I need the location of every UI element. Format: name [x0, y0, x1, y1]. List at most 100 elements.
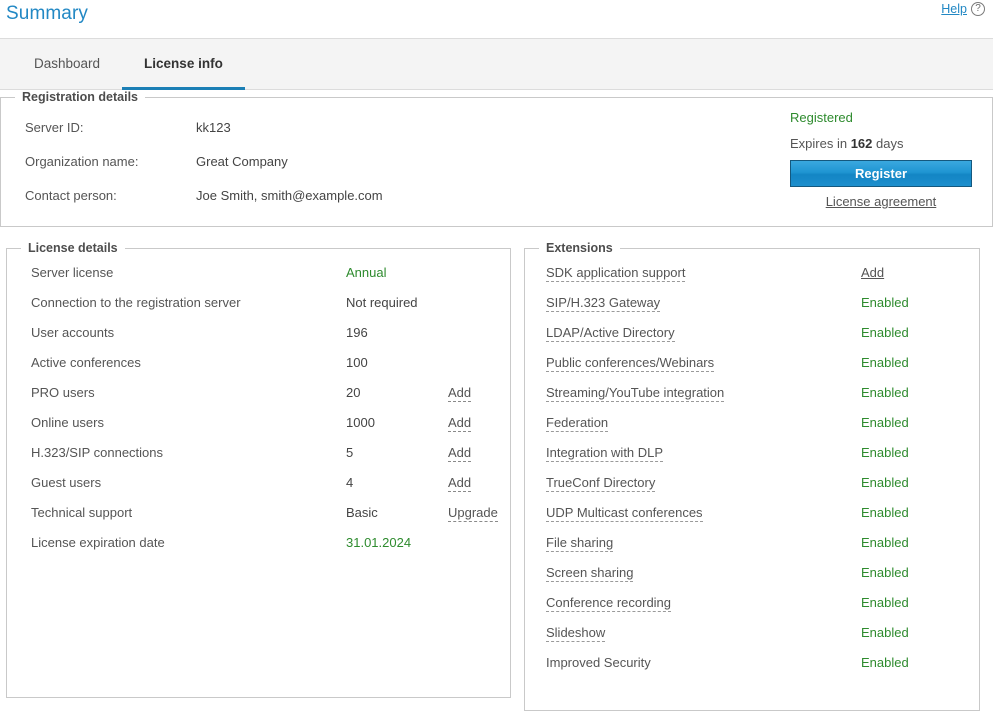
- expiry-line: Expires in 162 days: [790, 136, 980, 151]
- contact-person-value: Joe Smith, smith@example.com: [196, 188, 383, 203]
- license-row-label: Online users: [31, 415, 104, 430]
- table-row: Guest users 4 Add: [7, 471, 510, 501]
- license-row-value: Not required: [346, 295, 418, 310]
- table-row: TrueConf Directory Enabled: [525, 471, 979, 501]
- license-details-panel: License details Server license Annual Co…: [6, 241, 511, 698]
- tab-license-info[interactable]: License info: [122, 40, 245, 90]
- license-row-label: Active conferences: [31, 355, 141, 370]
- table-row: Active conferences 100: [7, 351, 510, 381]
- extension-label-sip-h323-gateway[interactable]: SIP/H.323 Gateway: [546, 295, 661, 312]
- table-row: SIP/H.323 Gateway Enabled: [525, 291, 979, 321]
- license-row-label: Server license: [31, 265, 114, 280]
- table-row: User accounts 196: [7, 321, 510, 351]
- extension-label-sdk-application-support[interactable]: SDK application support: [546, 265, 686, 282]
- extension-status: Enabled: [861, 295, 909, 310]
- table-row: Public conferences/Webinars Enabled: [525, 351, 979, 381]
- register-button[interactable]: Register: [790, 160, 972, 187]
- extension-status: Enabled: [861, 505, 909, 520]
- table-row: Integration with DLP Enabled: [525, 441, 979, 471]
- table-row: Server ID: kk123: [19, 120, 759, 140]
- extension-status: Enabled: [861, 385, 909, 400]
- license-row-value: 4: [346, 475, 354, 490]
- extension-status: Enabled: [861, 475, 909, 490]
- table-row: License expiration date 31.01.2024: [7, 531, 510, 561]
- extension-add-link[interactable]: Add: [861, 265, 884, 280]
- table-row: Organization name: Great Company: [19, 154, 759, 174]
- organization-name-value: Great Company: [196, 154, 288, 169]
- expires-prefix: Expires in: [790, 136, 851, 151]
- extensions-legend: Extensions: [546, 241, 613, 255]
- add-guest-users-link[interactable]: Add: [448, 475, 472, 492]
- extension-label-federation[interactable]: Federation: [546, 415, 609, 432]
- registration-details-body: Server ID: kk123 Organization name: Grea…: [1, 104, 992, 222]
- details-columns: License details Server license Annual Co…: [0, 227, 993, 711]
- extension-label-conference-recording[interactable]: Conference recording: [546, 595, 672, 612]
- extension-label-improved-security: Improved Security: [546, 655, 651, 670]
- license-row-value: 31.01.2024: [346, 535, 412, 550]
- extension-status: Enabled: [861, 355, 909, 370]
- extension-label-file-sharing[interactable]: File sharing: [546, 535, 614, 552]
- extensions-column: Extensions SDK application support Add S…: [524, 241, 980, 711]
- registration-status-area: Registered Expires in 162 days Register …: [790, 110, 980, 209]
- table-row: SDK application support Add: [525, 261, 979, 291]
- license-row-value: 20: [346, 385, 361, 400]
- license-row-label: PRO users: [31, 385, 95, 400]
- license-details-column: License details Server license Annual Co…: [6, 241, 511, 711]
- table-row: Connection to the registration server No…: [7, 291, 510, 321]
- status-badge: Registered: [790, 110, 853, 125]
- extension-label-screen-sharing[interactable]: Screen sharing: [546, 565, 634, 582]
- extension-label-public-conferences-webinars[interactable]: Public conferences/Webinars: [546, 355, 715, 372]
- table-row: H.323/SIP connections 5 Add: [7, 441, 510, 471]
- help-link[interactable]: Help: [941, 2, 967, 16]
- extension-label-integration-with-dlp[interactable]: Integration with DLP: [546, 445, 664, 462]
- add-h323-sip-connections-link[interactable]: Add: [448, 445, 472, 462]
- license-row-value: 5: [346, 445, 354, 460]
- server-id-value: kk123: [196, 120, 231, 135]
- license-row-value: 100: [346, 355, 368, 370]
- table-row: Server license Annual: [7, 261, 510, 291]
- license-row-value: Annual: [346, 265, 387, 280]
- license-details-body: Server license Annual Connection to the …: [7, 255, 510, 561]
- extensions-panel: Extensions SDK application support Add S…: [524, 241, 980, 711]
- page-title: Summary: [6, 3, 88, 24]
- extension-status: Enabled: [861, 595, 909, 610]
- question-circle-icon[interactable]: ?: [971, 2, 985, 16]
- table-row: Conference recording Enabled: [525, 591, 979, 621]
- extension-label-slideshow[interactable]: Slideshow: [546, 625, 606, 642]
- expires-suffix: days: [872, 136, 904, 151]
- license-row-value: 196: [346, 325, 368, 340]
- table-row: Screen sharing Enabled: [525, 561, 979, 591]
- table-row: Improved Security Enabled: [525, 651, 979, 681]
- table-row: Slideshow Enabled: [525, 621, 979, 651]
- add-pro-users-link[interactable]: Add: [448, 385, 472, 402]
- contact-person-label: Contact person:: [25, 188, 117, 203]
- table-row: PRO users 20 Add: [7, 381, 510, 411]
- upgrade-technical-support-link[interactable]: Upgrade: [448, 505, 498, 522]
- extension-label-trueconf-directory[interactable]: TrueConf Directory: [546, 475, 656, 492]
- license-row-label: User accounts: [31, 325, 115, 340]
- license-row-value: Basic: [346, 505, 378, 520]
- extension-status: Enabled: [861, 535, 909, 550]
- license-row-label: H.323/SIP connections: [31, 445, 164, 460]
- tab-dashboard[interactable]: Dashboard: [12, 40, 122, 90]
- extension-status: Enabled: [861, 325, 909, 340]
- extension-label-udp-multicast-conferences[interactable]: UDP Multicast conferences: [546, 505, 703, 522]
- organization-name-label: Organization name:: [25, 154, 139, 169]
- extension-status: Enabled: [861, 625, 909, 640]
- tab-bar: Dashboard License info: [0, 38, 993, 90]
- extension-label-ldap-active-directory[interactable]: LDAP/Active Directory: [546, 325, 675, 342]
- add-online-users-link[interactable]: Add: [448, 415, 472, 432]
- table-row: Contact person: Joe Smith, smith@example…: [19, 188, 759, 208]
- server-id-label: Server ID:: [25, 120, 84, 135]
- page-header: Summary Help ?: [0, 0, 993, 38]
- extension-label-streaming-youtube-integration[interactable]: Streaming/YouTube integration: [546, 385, 725, 402]
- license-row-label: Technical support: [31, 505, 133, 520]
- license-agreement-link[interactable]: License agreement: [790, 194, 972, 209]
- table-row: Technical support Basic Upgrade: [7, 501, 510, 531]
- table-row: Federation Enabled: [525, 411, 979, 441]
- table-row: LDAP/Active Directory Enabled: [525, 321, 979, 351]
- license-row-label: Guest users: [31, 475, 102, 490]
- table-row: Streaming/YouTube integration Enabled: [525, 381, 979, 411]
- table-row: Online users 1000 Add: [7, 411, 510, 441]
- extension-status: Enabled: [861, 445, 909, 460]
